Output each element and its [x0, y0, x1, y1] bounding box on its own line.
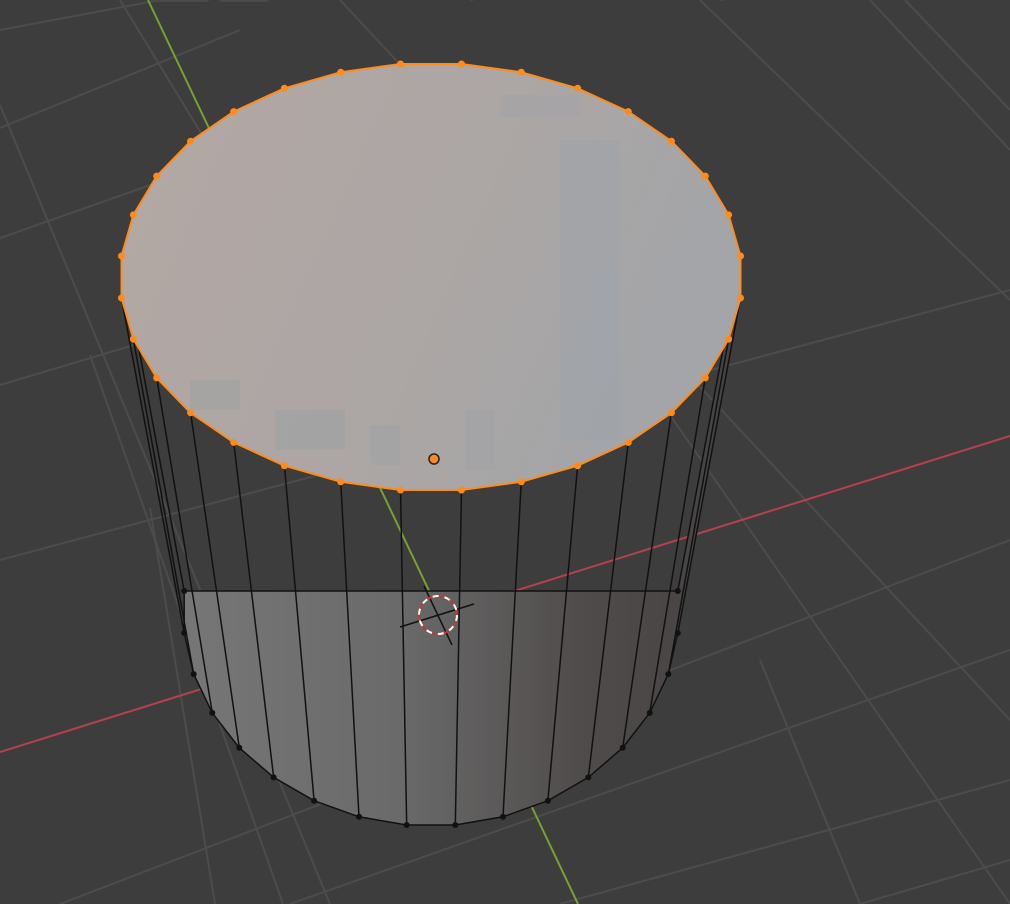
header-button-1[interactable]: [150, 0, 210, 2]
selected-vertex: [230, 438, 238, 446]
reflection-patch: [190, 380, 240, 410]
selected-vertex: [129, 211, 137, 219]
selected-vertex: [117, 294, 125, 302]
vertex: [674, 629, 681, 636]
vertex: [403, 821, 410, 828]
selected-vertex: [701, 374, 709, 382]
selected-vertex: [129, 335, 137, 343]
grid-line: [759, 659, 861, 904]
grid-line: [699, 0, 1010, 301]
selected-vertex: [187, 409, 195, 417]
selected-vertex: [457, 486, 465, 494]
vertex: [544, 797, 551, 804]
selected-vertex: [117, 252, 125, 260]
3d-viewport[interactable]: [0, 0, 1010, 904]
selected-vertex: [230, 108, 238, 116]
reflection-patch: [370, 425, 400, 465]
vertex: [585, 774, 592, 781]
side-edge: [155, 377, 214, 714]
vertex: [236, 744, 243, 751]
selected-vertex: [737, 294, 745, 302]
selected-vertex: [624, 438, 632, 446]
selected-vertex: [574, 84, 582, 92]
selected-vertex: [701, 172, 709, 180]
cylinder-mesh[interactable]: [117, 60, 745, 828]
selected-vertex: [187, 137, 195, 145]
vertex: [646, 709, 653, 716]
vertex: [665, 671, 672, 678]
vertex: [270, 774, 277, 781]
reflection-patch: [560, 140, 620, 440]
reflection-patch: [465, 410, 495, 470]
reflection-patch: [500, 95, 580, 117]
selected-vertex: [725, 211, 733, 219]
grid-line: [559, 779, 1010, 904]
selected-vertex: [624, 108, 632, 116]
vertex: [619, 744, 626, 751]
vertex: [311, 797, 318, 804]
selected-vertex: [667, 409, 675, 417]
header-button-2[interactable]: [218, 0, 270, 2]
selected-vertex: [457, 60, 465, 68]
grid-line: [149, 507, 216, 904]
vertex: [209, 709, 216, 716]
selected-vertex: [337, 478, 345, 486]
vertex: [181, 588, 188, 595]
face-center-dot[interactable]: [428, 453, 440, 465]
selected-vertex: [517, 478, 525, 486]
selected-vertex: [725, 335, 733, 343]
selected-vertex: [280, 462, 288, 470]
viewport-canvas[interactable]: [0, 0, 1010, 904]
reflection-patch: [275, 410, 345, 450]
selected-vertex: [737, 252, 745, 260]
selected-vertex: [153, 374, 161, 382]
vertex: [499, 813, 506, 820]
grid-line: [859, 859, 1010, 904]
vertex: [356, 813, 363, 820]
selected-vertex: [280, 84, 288, 92]
selected-vertex: [337, 68, 345, 76]
selected-vertex: [397, 486, 405, 494]
vertex: [452, 821, 459, 828]
selected-vertex: [397, 60, 405, 68]
selected-vertex: [667, 137, 675, 145]
vertex: [190, 671, 197, 678]
vertex: [181, 629, 188, 636]
selected-vertex: [574, 462, 582, 470]
top-face-selected[interactable]: [121, 64, 741, 490]
selected-vertex: [517, 68, 525, 76]
selected-vertex: [153, 172, 161, 180]
grid-line: [869, 0, 1010, 151]
vertex: [674, 588, 681, 595]
grid-line: [0, 29, 241, 129]
